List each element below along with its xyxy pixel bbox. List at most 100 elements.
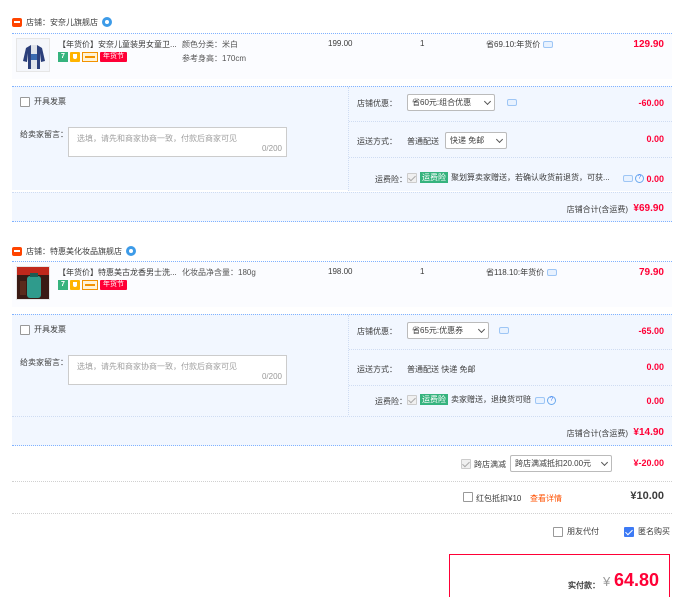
- anonymous-buy-checkbox[interactable]: [624, 526, 634, 537]
- memo-label: 给卖家留言：: [20, 130, 68, 139]
- shop-discount-select[interactable]: 省65元:优惠券: [407, 322, 489, 339]
- red-packet-row: 红包抵扣¥10 查看详情 ¥10.00: [12, 482, 672, 514]
- memo-placeholder: 选填，请先和商家协商一致，付款后商家可见: [77, 362, 237, 371]
- service-badges: 7 年货节: [58, 280, 127, 290]
- cross-shop-discount-row: 跨店满减 跨店满减抵扣20.00元 ¥-20.00: [12, 448, 672, 482]
- quantity: 1: [420, 39, 425, 48]
- red-packet-detail-link[interactable]: 查看详情: [530, 493, 562, 504]
- insurance-value: 0.00: [646, 396, 664, 406]
- pay-label: 实付款：: [568, 581, 600, 590]
- payment-options-row: 朋友代付 匿名购买: [12, 514, 672, 548]
- comment-icon[interactable]: [623, 175, 633, 182]
- memo-input[interactable]: 选填，请先和商家协商一致，付款后商家可见 0/200: [68, 127, 287, 157]
- insurance-checkbox: [407, 172, 417, 183]
- shop-options-2: 开具发票 给卖家留言： 选填，请先和商家协商一致，付款后商家可见 0/200 店…: [12, 314, 672, 419]
- red-packet-checkbox[interactable]: [463, 492, 473, 502]
- unit-price: 198.00: [328, 267, 353, 276]
- festival-badge: 年货节: [100, 52, 127, 62]
- anonymous-buy-label: 匿名购买: [638, 527, 670, 536]
- invoice-label: 开具发票: [34, 325, 66, 334]
- memo-char-count: 0/200: [261, 144, 282, 153]
- friend-pay-option[interactable]: 朋友代付: [553, 526, 599, 537]
- memo-input[interactable]: 选填，请先和商家协商一致，付款后商家可见 0/200: [68, 355, 287, 385]
- product-thumbnail[interactable]: [16, 38, 50, 72]
- invoice-checkbox[interactable]: [20, 324, 30, 335]
- shipping-type: 普通配送: [407, 137, 439, 146]
- comment-icon[interactable]: [547, 269, 558, 276]
- shop-discount-label: 店铺优惠：: [357, 327, 397, 336]
- shipping-label: 运送方式：: [357, 137, 397, 146]
- insurance-tag: 运费险: [420, 172, 448, 183]
- insurance-label: 运费险：: [375, 397, 407, 406]
- help-icon[interactable]: ?: [635, 174, 644, 183]
- wangwang-chat-icon[interactable]: [126, 246, 136, 256]
- cross-shop-select[interactable]: 跨店满减抵扣20.00元: [510, 455, 612, 472]
- service-badges: 7 年货节: [58, 52, 127, 62]
- saving-info: 省118.10:年货价: [486, 267, 558, 278]
- product-thumbnail[interactable]: [16, 266, 50, 300]
- shop-total-value: ¥14.90: [633, 427, 664, 438]
- cross-shop-value: ¥-20.00: [633, 458, 664, 468]
- chevron-down-icon: [477, 325, 486, 333]
- invoice-option[interactable]: 开具发票: [20, 96, 66, 107]
- shop-total-row-2: 店铺合计(含运费) ¥14.90: [12, 416, 672, 446]
- sku-content: 化妆品净含量：180g: [182, 268, 256, 277]
- pay-amount: 64.80: [614, 570, 660, 590]
- chevron-down-icon: [483, 97, 492, 105]
- friend-pay-checkbox[interactable]: [553, 526, 563, 537]
- insurance-tag: 运费险: [420, 394, 448, 405]
- seven-day-return-icon: 7: [58, 52, 68, 62]
- comment-icon[interactable]: [535, 397, 545, 404]
- friend-pay-label: 朋友代付: [567, 527, 599, 536]
- shop-discount-value: -60.00: [638, 98, 664, 108]
- payment-summary: 实付款： ¥ 64.80: [449, 554, 670, 597]
- shop-name[interactable]: 店铺：安奈儿旗舰店: [26, 17, 98, 28]
- product-title[interactable]: 【年货价】安奈儿童装男女童卫...: [58, 39, 184, 50]
- invoice-option[interactable]: 开具发票: [20, 324, 66, 335]
- help-icon[interactable]: ?: [547, 396, 556, 405]
- shipping-value: 0.00: [646, 362, 664, 372]
- comment-icon[interactable]: [507, 99, 517, 106]
- cross-shop-select-value: 跨店满减抵扣20.00元: [515, 459, 592, 468]
- insurance-text: 卖家赠送，退换货可赔: [451, 395, 531, 404]
- shop-name[interactable]: 店铺：特惠美化妆品旗舰店: [26, 246, 122, 257]
- shop-discount-select-value: 省65元:优惠券: [412, 326, 464, 335]
- saving-text: 省69.10:年货价: [486, 40, 541, 49]
- invoice-label: 开具发票: [34, 97, 66, 106]
- invoice-checkbox[interactable]: [20, 96, 30, 107]
- insurance-info: 运费险 卖家赠送，退换货可赔: [407, 394, 531, 405]
- product-title[interactable]: 【年货价】特惠美古龙香男士洗...: [58, 267, 184, 278]
- guarantee-icon: [70, 52, 80, 62]
- shipping-value: 0.00: [646, 134, 664, 144]
- chevron-down-icon: [495, 135, 504, 143]
- pay-currency: ¥: [603, 574, 611, 589]
- comment-icon[interactable]: [499, 327, 509, 334]
- shop-total-label: 店铺合计(含运费): [566, 429, 628, 438]
- shop-discount-label: 店铺优惠：: [357, 99, 397, 108]
- order-item-row: 【年货价】安奈儿童装男女童卫... 7 年货节 颜色分类：米白 参考身高：170…: [12, 33, 672, 79]
- comment-icon[interactable]: [543, 41, 554, 48]
- anonymous-buy-option[interactable]: 匿名购买: [624, 526, 670, 537]
- shop-discount-select[interactable]: 省60元:组合优惠: [407, 94, 495, 111]
- shipping-select-value: 快递 免邮: [450, 136, 485, 145]
- insurance-text: 聚划算卖家赠送，若确认收货前退货，可获...: [451, 173, 610, 182]
- shop-options-1: 开具发票 给卖家留言： 选填，请先和商家协商一致，付款后商家可见 0/200 店…: [12, 86, 672, 191]
- shop-discount-value: -65.00: [638, 326, 664, 336]
- memo-placeholder: 选填，请先和商家协商一致，付款后商家可见: [77, 134, 237, 143]
- order-item-row: 【年货价】特惠美古龙香男士洗... 7 年货节 化妆品净含量：180g 198.…: [12, 261, 672, 307]
- shipping-label: 运送方式：: [357, 365, 397, 374]
- shop-total-value: ¥69.90: [633, 203, 664, 214]
- shop-total-row-1: 店铺合计(含运费) ¥69.90: [12, 192, 672, 222]
- insurance-checkbox: [407, 394, 417, 405]
- red-packet-value: ¥10.00: [630, 490, 664, 502]
- credit-card-icon: [82, 52, 98, 62]
- quantity: 1: [420, 267, 425, 276]
- chevron-down-icon: [600, 458, 609, 466]
- shop-header-1: 店铺：安奈儿旗舰店: [12, 14, 112, 30]
- credit-card-icon: [82, 280, 98, 290]
- sku-color: 颜色分类：米白: [182, 40, 238, 49]
- shipping-select[interactable]: 快递 免邮: [445, 132, 507, 149]
- wangwang-chat-icon[interactable]: [102, 17, 112, 27]
- seven-day-return-icon: 7: [58, 280, 68, 290]
- shop-icon: [12, 17, 22, 27]
